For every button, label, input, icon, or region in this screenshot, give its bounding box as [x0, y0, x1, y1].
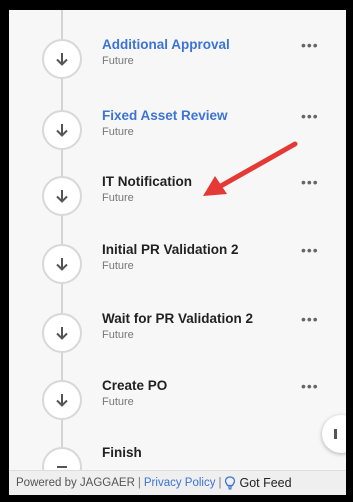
step-initial-pr-validation: Initial PR Validation 2 Future •••: [9, 242, 346, 292]
arrow-down-icon: [42, 380, 82, 420]
feedback-label: Got Feed: [239, 476, 292, 490]
approval-workflow-panel: Additional Approval Future ••• Fixed Ass…: [9, 10, 346, 495]
step-title: Initial PR Validation 2: [102, 242, 239, 257]
step-additional-approval: Additional Approval Future •••: [9, 37, 346, 87]
powered-by-text: Powered by JAGGAER: [16, 477, 135, 489]
divider: |: [218, 477, 222, 489]
step-title: IT Notification: [102, 174, 192, 189]
lightbulb-icon: [225, 476, 236, 490]
more-options-icon[interactable]: •••: [301, 379, 319, 393]
step-title-link[interactable]: Additional Approval: [102, 37, 230, 52]
footer-bar: Powered by JAGGAER | Privacy Policy | Go…: [9, 470, 346, 495]
step-title-link[interactable]: Fixed Asset Review: [102, 108, 228, 123]
step-wait-for-pr-validation: Wait for PR Validation 2 Future •••: [9, 311, 346, 361]
more-options-icon[interactable]: •••: [301, 175, 319, 189]
step-status: Future: [102, 329, 134, 341]
step-title: Wait for PR Validation 2: [102, 311, 254, 326]
step-title: Finish: [102, 445, 142, 460]
feedback-button[interactable]: Got Feed: [224, 476, 292, 490]
more-options-icon[interactable]: •••: [301, 38, 319, 52]
red-arrow-annotation: [203, 141, 298, 196]
arrow-down-icon: [42, 244, 82, 284]
divider: |: [137, 477, 141, 489]
arrow-down-icon: [42, 313, 82, 353]
more-options-icon[interactable]: •••: [301, 312, 319, 326]
arrow-down-icon: [42, 39, 82, 79]
more-options-icon[interactable]: •••: [301, 109, 319, 123]
step-status: Future: [102, 192, 134, 204]
step-status: Future: [102, 260, 134, 272]
step-status: Future: [102, 396, 134, 408]
privacy-policy-link[interactable]: Privacy Policy: [144, 477, 216, 489]
more-options-icon[interactable]: •••: [301, 243, 319, 257]
arrow-down-icon: [42, 176, 82, 216]
arrow-down-icon: [42, 110, 82, 150]
step-title: Create PO: [102, 378, 168, 393]
step-create-po: Create PO Future •••: [9, 378, 346, 428]
step-status: Future: [102, 126, 134, 138]
step-status: Future: [102, 55, 134, 67]
